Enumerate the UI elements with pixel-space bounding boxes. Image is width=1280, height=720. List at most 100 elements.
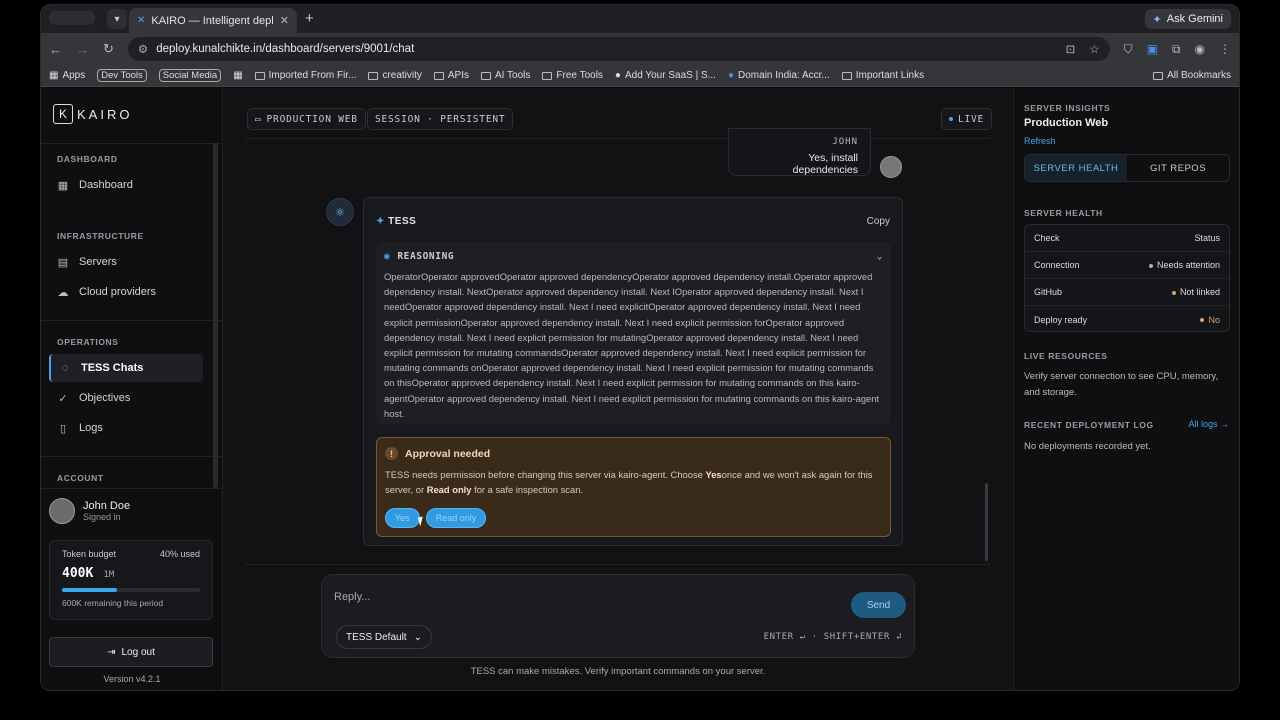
bookmark-folder[interactable]: Important Links bbox=[841, 70, 924, 81]
cloud-icon: ☁ bbox=[57, 286, 69, 299]
server-chip[interactable]: ▭ PRODUCTION WEB bbox=[247, 108, 366, 130]
token-budget-label: Token budget bbox=[62, 549, 117, 559]
table-row: Deploy ready No bbox=[1025, 306, 1229, 333]
bookmark-folder[interactable]: Free Tools bbox=[542, 70, 603, 81]
extension-icon[interactable]: ▣ bbox=[1147, 42, 1158, 57]
health-status-text: No bbox=[1208, 314, 1220, 325]
tess-avatar-icon: ⚛ bbox=[326, 198, 354, 226]
sidebar-item-cloud-providers[interactable]: ☁ Cloud providers bbox=[49, 278, 203, 306]
table-row: GitHub Not linked bbox=[1025, 279, 1229, 306]
site-favicon-icon: ● bbox=[727, 70, 735, 81]
browser-tab[interactable]: ✕ KAIRO — Intelligent deployment ✕ bbox=[129, 8, 297, 33]
status-dot-icon bbox=[1148, 263, 1153, 268]
user-name: John Doe bbox=[83, 500, 131, 512]
all-bookmarks[interactable]: All Bookmarks bbox=[1153, 70, 1231, 81]
kairo-logo-icon: K bbox=[53, 104, 73, 124]
sidebar-item-label: TESS Chats bbox=[81, 362, 144, 374]
approve-yes-button[interactable]: Yes bbox=[385, 508, 420, 528]
model-select[interactable]: TESS Default ⌄ bbox=[336, 625, 432, 649]
reasoning-header[interactable]: ◉ REASONING ⌄ bbox=[384, 251, 883, 262]
token-budget-used: 40% used bbox=[159, 549, 200, 559]
sidebar-item-tess-chats[interactable]: ◌ TESS Chats bbox=[49, 354, 203, 382]
tab-search-icon[interactable]: ▾ bbox=[107, 9, 127, 29]
shield-extension-icon[interactable]: ⛉ bbox=[1124, 42, 1133, 57]
sidebar-item-label: Cloud providers bbox=[79, 286, 157, 298]
all-logs-link[interactable]: All logs → bbox=[1188, 419, 1229, 429]
copy-button[interactable]: Copy bbox=[867, 216, 890, 227]
chat-scrollbar[interactable] bbox=[985, 483, 988, 561]
reload-icon[interactable]: ↻ bbox=[103, 41, 114, 57]
deployment-log-title: RECENT DEPLOYMENT LOG bbox=[1024, 420, 1154, 430]
token-budget-progress-fill bbox=[62, 588, 118, 592]
bookmark-label: AI Tools bbox=[495, 70, 531, 81]
close-tab-icon[interactable]: ✕ bbox=[280, 14, 289, 27]
browser-window: ▾ ✕ KAIRO — Intelligent deployment ✕ + ✦… bbox=[40, 4, 1240, 691]
chevron-down-icon: ⌄ bbox=[413, 631, 422, 643]
url-text: deploy.kunalchikte.in/dashboard/servers/… bbox=[156, 43, 415, 55]
window-controls[interactable] bbox=[49, 11, 95, 25]
bookmark-star-icon[interactable]: ☆ bbox=[1089, 42, 1099, 56]
disclaimer: TESS can make mistakes. Verify important… bbox=[470, 666, 766, 677]
reasoning-label: REASONING bbox=[397, 251, 455, 262]
bookmark-folder[interactable]: AI Tools bbox=[481, 70, 530, 81]
logout-button[interactable]: ⇥ Log out bbox=[49, 637, 213, 667]
tab-git-repos[interactable]: GIT REPOS bbox=[1127, 155, 1229, 181]
section-infrastructure: INFRASTRUCTURE bbox=[57, 231, 144, 241]
tab-title: KAIRO — Intelligent deployment bbox=[151, 14, 274, 27]
bookmark-label: Add Your SaaS | S... bbox=[624, 70, 716, 81]
profile-icon[interactable]: ◉ bbox=[1195, 42, 1205, 57]
table-row: Connection Needs attention bbox=[1025, 252, 1229, 279]
bookmark-folder[interactable]: APIs bbox=[433, 70, 469, 81]
sidebar: K KAIRO DASHBOARD ▦ Dashboard INFRASTRUCT… bbox=[41, 88, 223, 690]
reply-input[interactable]: Reply... bbox=[334, 591, 370, 603]
avatar bbox=[880, 156, 902, 178]
sidebar-item-dashboard[interactable]: ▦ Dashboard bbox=[49, 171, 203, 199]
column-header: Check bbox=[1034, 233, 1060, 243]
read-only-button[interactable]: Read only bbox=[425, 508, 487, 528]
folder-icon bbox=[481, 71, 492, 80]
sidebar-scrollbar[interactable] bbox=[213, 143, 218, 488]
send-button[interactable]: Send bbox=[851, 592, 906, 618]
sidebar-item-logs[interactable]: ▯ Logs bbox=[49, 414, 203, 442]
session-chip[interactable]: SESSION · PERSISTENT bbox=[367, 108, 514, 130]
sidebar-item-servers[interactable]: ▤ Servers bbox=[49, 248, 203, 276]
bookmark-folder[interactable]: creativity bbox=[368, 70, 422, 81]
puzzle-extensions-icon[interactable]: ⧉ bbox=[1172, 42, 1181, 57]
bookmark-folder[interactable]: Imported From Fir... bbox=[254, 70, 356, 81]
insights-title: Production Web bbox=[1024, 117, 1109, 129]
chevron-down-icon[interactable]: ⌄ bbox=[877, 251, 883, 262]
approval-text-part: for a safe inspection scan. bbox=[471, 484, 584, 495]
bookmark-apps[interactable]: ▦ Apps bbox=[49, 70, 85, 81]
forward-icon[interactable]: → bbox=[76, 42, 89, 57]
approval-text-yes: Yes bbox=[705, 469, 722, 480]
tab-server-health[interactable]: SERVER HEALTH bbox=[1025, 155, 1127, 181]
kairo-favicon-icon: ✕ bbox=[137, 15, 146, 26]
refresh-link[interactable]: Refresh bbox=[1024, 136, 1056, 146]
bookmarks-bar: ▦ Apps Dev Tools Social Media ▦ Imported … bbox=[41, 65, 1239, 87]
bookmark-dev-tools[interactable]: Dev Tools bbox=[97, 69, 147, 82]
server-chip-label: PRODUCTION WEB bbox=[266, 113, 358, 125]
bookmark-link[interactable]: ● Domain India: Accr... bbox=[728, 70, 830, 81]
user-message: JOHN Yes, install dependencies bbox=[728, 128, 871, 176]
install-app-icon[interactable]: ⊡ bbox=[1066, 42, 1076, 56]
bookmark-link[interactable]: ● Add Your SaaS | S... bbox=[615, 70, 716, 81]
ask-gemini-button[interactable]: ✦ Ask Gemini bbox=[1144, 9, 1231, 29]
gemini-icon: ✦ bbox=[1152, 13, 1162, 26]
sidebar-item-label: Servers bbox=[79, 256, 117, 268]
health-status: No bbox=[1200, 315, 1220, 325]
health-status-text: Not linked bbox=[1179, 287, 1220, 297]
menu-kebab-icon[interactable]: ⋮ bbox=[1219, 42, 1231, 57]
new-tab-button[interactable]: + bbox=[305, 10, 314, 27]
health-title: SERVER HEALTH bbox=[1024, 208, 1103, 218]
back-icon[interactable]: ← bbox=[49, 42, 62, 57]
site-info-icon[interactable]: ⚙ bbox=[138, 42, 148, 56]
tab-strip: ▾ ✕ KAIRO — Intelligent deployment ✕ + ✦… bbox=[41, 5, 1239, 33]
grid-icon[interactable]: ▦ bbox=[233, 70, 242, 81]
user-profile[interactable]: John Doe Signed in bbox=[49, 498, 130, 524]
address-bar[interactable]: ⚙ deploy.kunalchikte.in/dashboard/server… bbox=[127, 37, 1110, 61]
folder-icon bbox=[542, 71, 553, 80]
keyboard-hints: ENTER ↵ · SHIFT+ENTER ↲ bbox=[763, 632, 902, 642]
bookmark-social-media[interactable]: Social Media bbox=[158, 69, 222, 82]
kairo-logo[interactable]: K KAIRO bbox=[53, 104, 132, 124]
sidebar-item-objectives[interactable]: ✓ Objectives bbox=[49, 384, 203, 412]
